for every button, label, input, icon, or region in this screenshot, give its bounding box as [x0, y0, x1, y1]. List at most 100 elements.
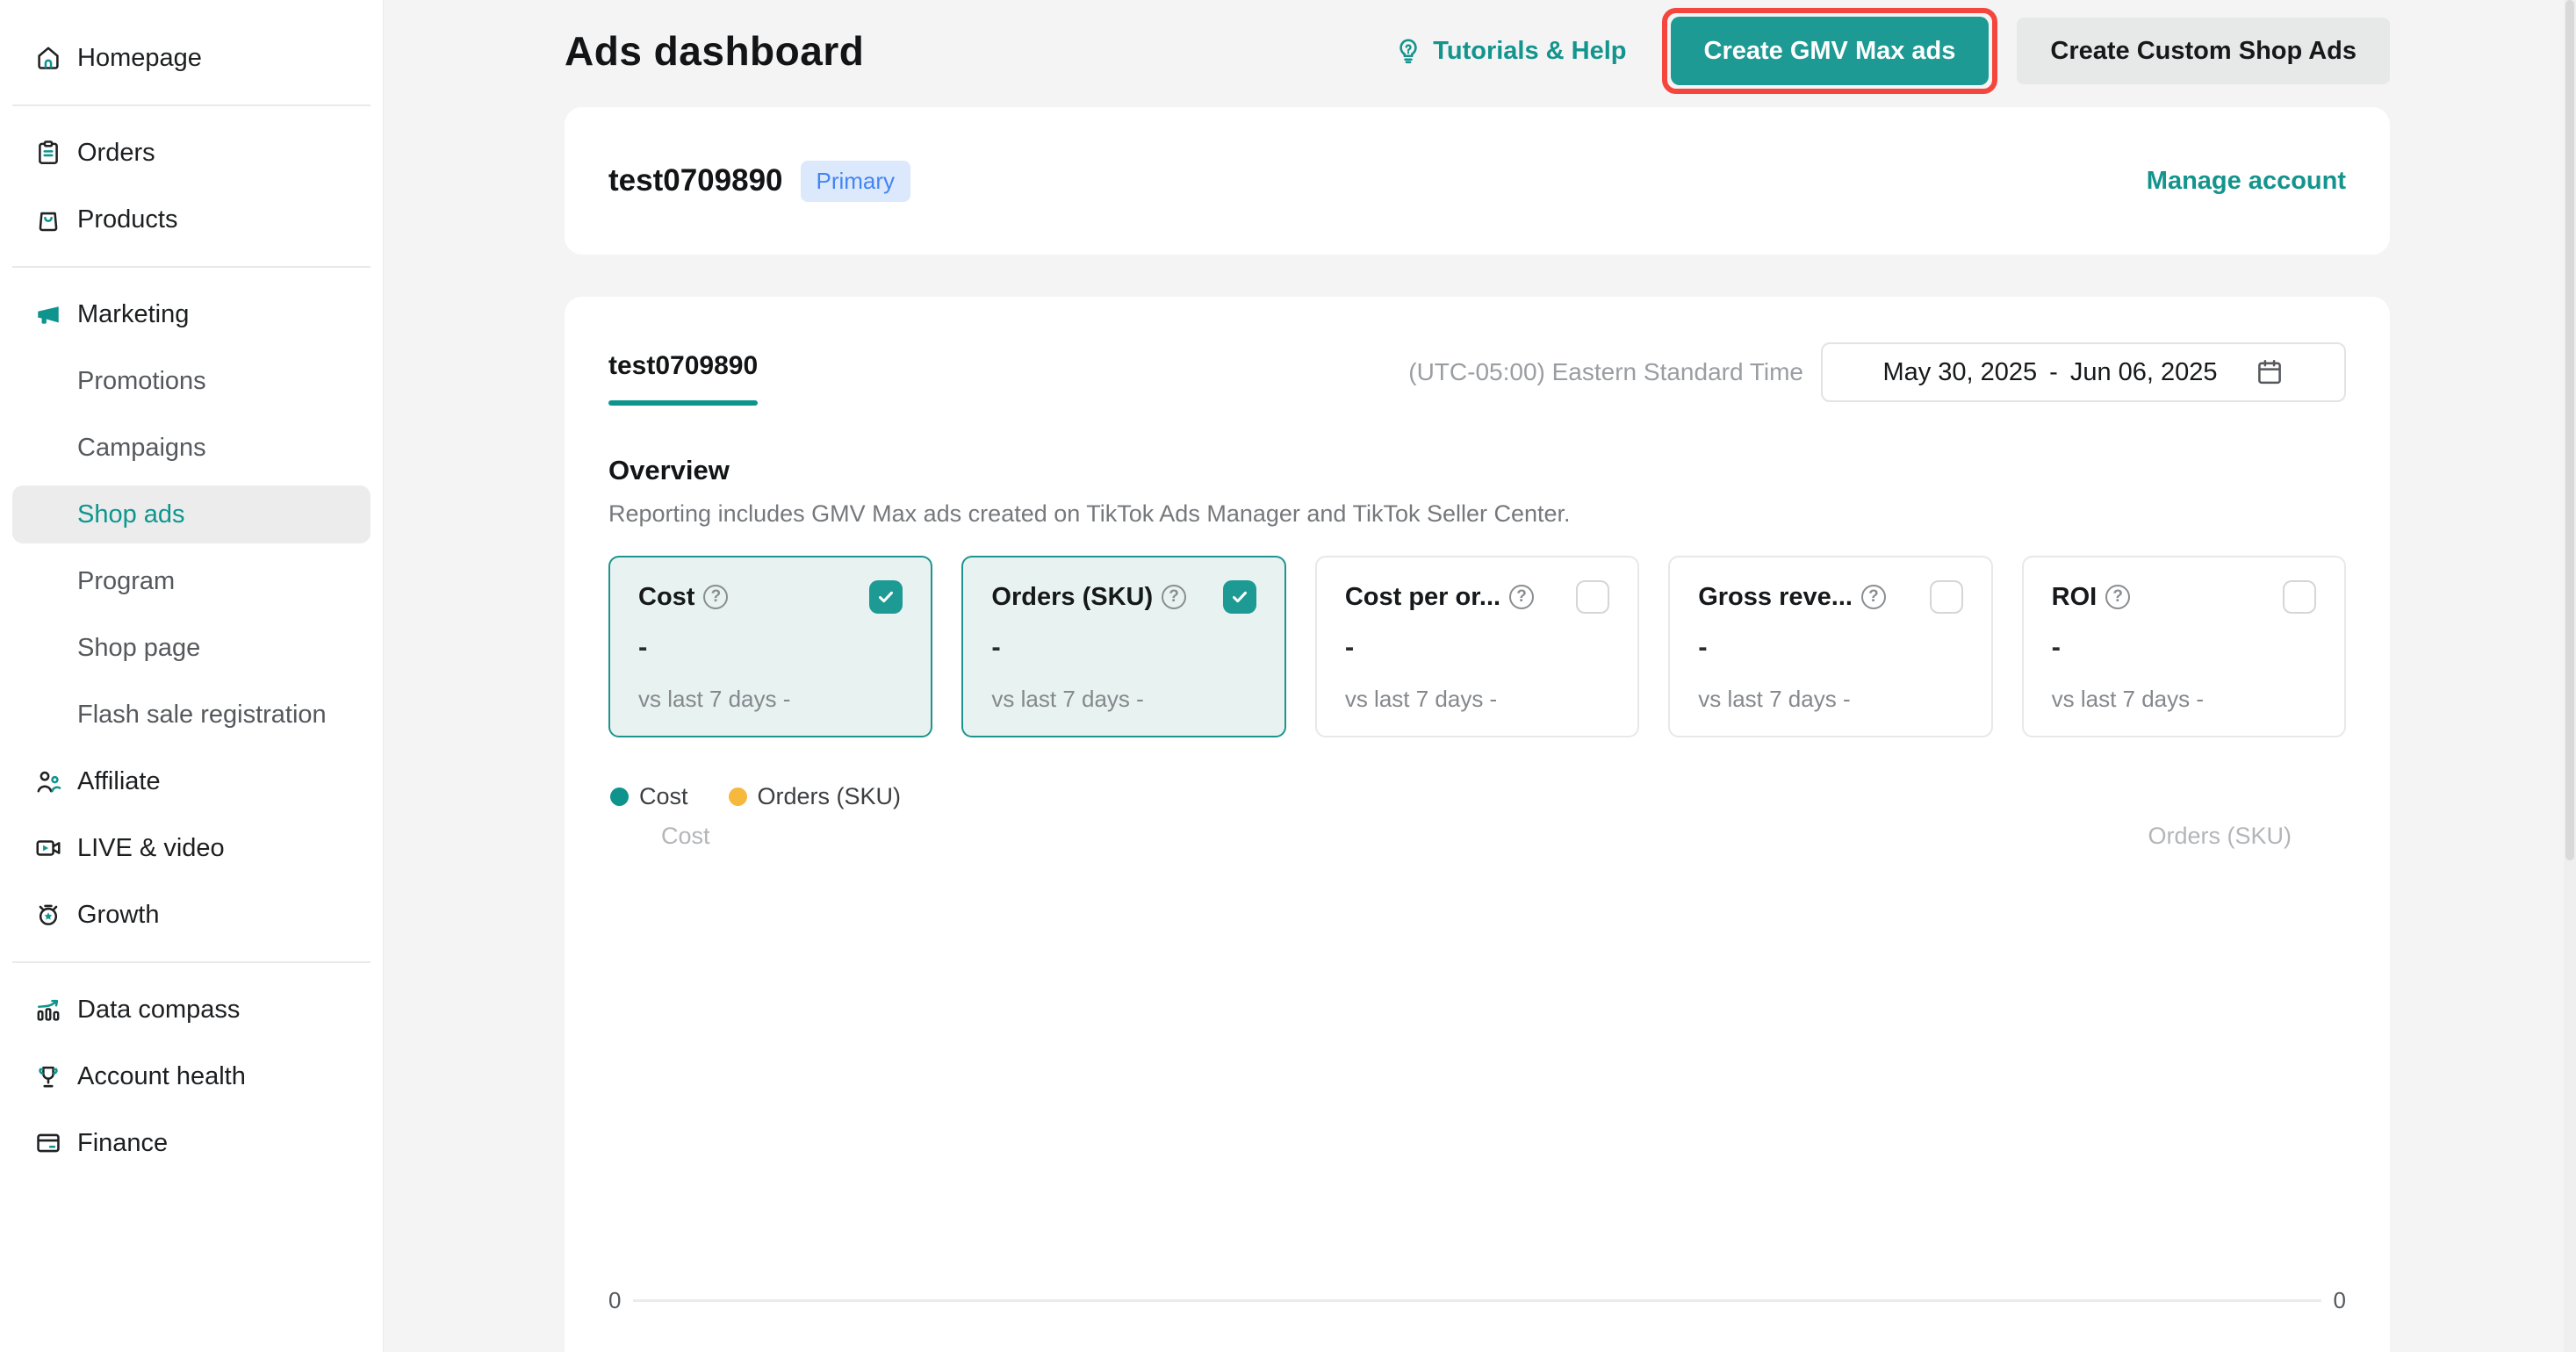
affiliate-icon: [33, 766, 63, 796]
metric-checkbox-unchecked[interactable]: [1930, 580, 1963, 614]
sidebar-item-affiliate[interactable]: Affiliate: [0, 748, 383, 815]
sidebar-item-label: Orders: [77, 139, 155, 168]
metric-cards-row: Cost ? - vs last 7 days - Orders (SKU) ?: [608, 556, 2346, 737]
legend-item-orders-sku[interactable]: Orders (SKU): [729, 783, 902, 810]
overview-title: Overview: [608, 455, 2346, 486]
sidebar-item-orders[interactable]: Orders: [0, 119, 383, 186]
help-circle-icon[interactable]: ?: [1162, 585, 1186, 609]
sidebar-item-promotions[interactable]: Promotions: [0, 348, 383, 414]
sidebar-item-homepage[interactable]: Homepage: [0, 25, 383, 91]
date-end: Jun 06, 2025: [2070, 358, 2218, 387]
annotation-highlight: Create GMV Max ads: [1662, 8, 1998, 94]
tutorials-help-link[interactable]: Tutorials & Help: [1394, 37, 1626, 66]
metric-checkbox-checked[interactable]: [1223, 580, 1256, 614]
sidebar-item-label: Data compass: [77, 996, 240, 1025]
chart-axis-labels: Cost Orders (SKU): [608, 823, 2346, 850]
page-header: Ads dashboard Tutorials & Help Create GM…: [565, 9, 2390, 93]
account-card: test0709890 Primary Manage account: [565, 107, 2390, 255]
sidebar-item-label: Promotions: [77, 367, 206, 396]
sidebar-item-label: LIVE & video: [77, 834, 225, 863]
date-range-picker[interactable]: May 30, 2025 - Jun 06, 2025: [1821, 342, 2346, 402]
x-axis-line: [633, 1299, 2321, 1302]
metric-label: ROI: [2052, 583, 2097, 612]
legend-dot-cost: [610, 787, 629, 806]
sidebar: Homepage Orders Products Marketin: [0, 0, 384, 1352]
sidebar-item-label: Flash sale registration: [77, 701, 327, 730]
lightbulb-question-icon: [1394, 37, 1422, 65]
metric-card-gross-revenue[interactable]: Gross reve... ? - vs last 7 days -: [1668, 556, 1992, 737]
legend-label: Orders (SKU): [758, 783, 902, 810]
sidebar-item-program[interactable]: Program: [0, 548, 383, 615]
help-circle-icon[interactable]: ?: [1509, 585, 1534, 609]
sidebar-item-label: Marketing: [77, 300, 189, 329]
metric-card-cost-per-order[interactable]: Cost per or... ? - vs last 7 days -: [1315, 556, 1639, 737]
sidebar-item-live-video[interactable]: LIVE & video: [0, 815, 383, 881]
account-name: test0709890: [608, 163, 783, 198]
sidebar-item-growth[interactable]: Growth: [0, 881, 383, 948]
help-circle-icon[interactable]: ?: [703, 585, 728, 609]
metric-value: -: [638, 631, 903, 663]
metric-checkbox-unchecked[interactable]: [2283, 580, 2316, 614]
metric-value: -: [2052, 631, 2316, 663]
metric-compare: vs last 7 days -: [991, 686, 1256, 713]
sidebar-item-account-health[interactable]: Account health: [0, 1043, 383, 1110]
sidebar-divider: [12, 961, 371, 963]
sidebar-item-finance[interactable]: Finance: [0, 1110, 383, 1176]
sidebar-divider: [12, 266, 371, 268]
metric-compare: vs last 7 days -: [1698, 686, 1962, 713]
timezone-label: (UTC-05:00) Eastern Standard Time: [1408, 358, 1803, 386]
legend-dot-orders: [729, 787, 747, 806]
header-actions: Tutorials & Help Create GMV Max ads Crea…: [1394, 8, 2390, 94]
date-separator: -: [2049, 358, 2058, 387]
sidebar-item-marketing[interactable]: Marketing: [0, 281, 383, 348]
metric-label: Orders (SKU): [991, 583, 1153, 612]
data-compass-icon: [33, 995, 63, 1025]
active-pill[interactable]: Shop ads: [12, 485, 371, 543]
marketing-icon: [33, 299, 63, 329]
legend-item-cost[interactable]: Cost: [610, 783, 688, 810]
scrollbar-thumb[interactable]: [2565, 0, 2574, 860]
growth-icon: [33, 900, 63, 930]
orders-icon: [33, 138, 63, 168]
metric-label: Gross reve...: [1698, 583, 1853, 612]
sidebar-item-label: Program: [77, 567, 175, 596]
sidebar-item-data-compass[interactable]: Data compass: [0, 976, 383, 1043]
metric-checkbox-checked[interactable]: [869, 580, 903, 614]
sidebar-item-label: Homepage: [77, 44, 202, 73]
metric-label: Cost: [638, 583, 694, 612]
main-content: Ads dashboard Tutorials & Help Create GM…: [384, 0, 2576, 1352]
y-tick-left: 0: [608, 1287, 621, 1314]
chart-legend: Cost Orders (SKU): [608, 783, 2346, 810]
legend-label: Cost: [639, 783, 688, 810]
metric-checkbox-unchecked[interactable]: [1576, 580, 1609, 614]
primary-badge: Primary: [801, 161, 911, 202]
metric-label: Cost per or...: [1345, 583, 1500, 612]
tutorials-help-label: Tutorials & Help: [1433, 37, 1626, 66]
home-icon: [33, 43, 63, 73]
create-gmv-max-ads-button[interactable]: Create GMV Max ads: [1671, 17, 1990, 85]
help-circle-icon[interactable]: ?: [2105, 585, 2130, 609]
metric-card-orders-sku[interactable]: Orders (SKU) ? - vs last 7 days -: [961, 556, 1285, 737]
sidebar-item-label: Finance: [77, 1129, 168, 1158]
sidebar-item-label: Affiliate: [77, 767, 161, 796]
sidebar-item-shop-page[interactable]: Shop page: [0, 615, 383, 681]
account-health-icon: [33, 1061, 63, 1091]
metric-card-cost[interactable]: Cost ? - vs last 7 days -: [608, 556, 932, 737]
sidebar-item-flash-sale-registration[interactable]: Flash sale registration: [0, 681, 383, 748]
create-custom-shop-ads-button[interactable]: Create Custom Shop Ads: [2017, 18, 2390, 84]
overview-description: Reporting includes GMV Max ads created o…: [608, 500, 2346, 528]
active-tab-underline: [608, 400, 758, 406]
sidebar-item-campaigns[interactable]: Campaigns: [0, 414, 383, 481]
sidebar-item-shop-ads[interactable]: Shop ads: [0, 481, 383, 548]
tab-label: test0709890: [608, 351, 758, 381]
tab-account[interactable]: test0709890: [608, 351, 758, 406]
metric-compare: vs last 7 days -: [638, 686, 903, 713]
metric-card-roi[interactable]: ROI ? - vs last 7 days -: [2022, 556, 2346, 737]
sidebar-item-label: Shop ads: [77, 500, 185, 529]
calendar-icon: [2255, 357, 2285, 387]
y-tick-right: 0: [2334, 1287, 2346, 1314]
help-circle-icon[interactable]: ?: [1861, 585, 1886, 609]
sidebar-item-products[interactable]: Products: [0, 186, 383, 253]
y-axis-left-label: Cost: [661, 823, 710, 850]
manage-account-link[interactable]: Manage account: [2147, 167, 2346, 196]
